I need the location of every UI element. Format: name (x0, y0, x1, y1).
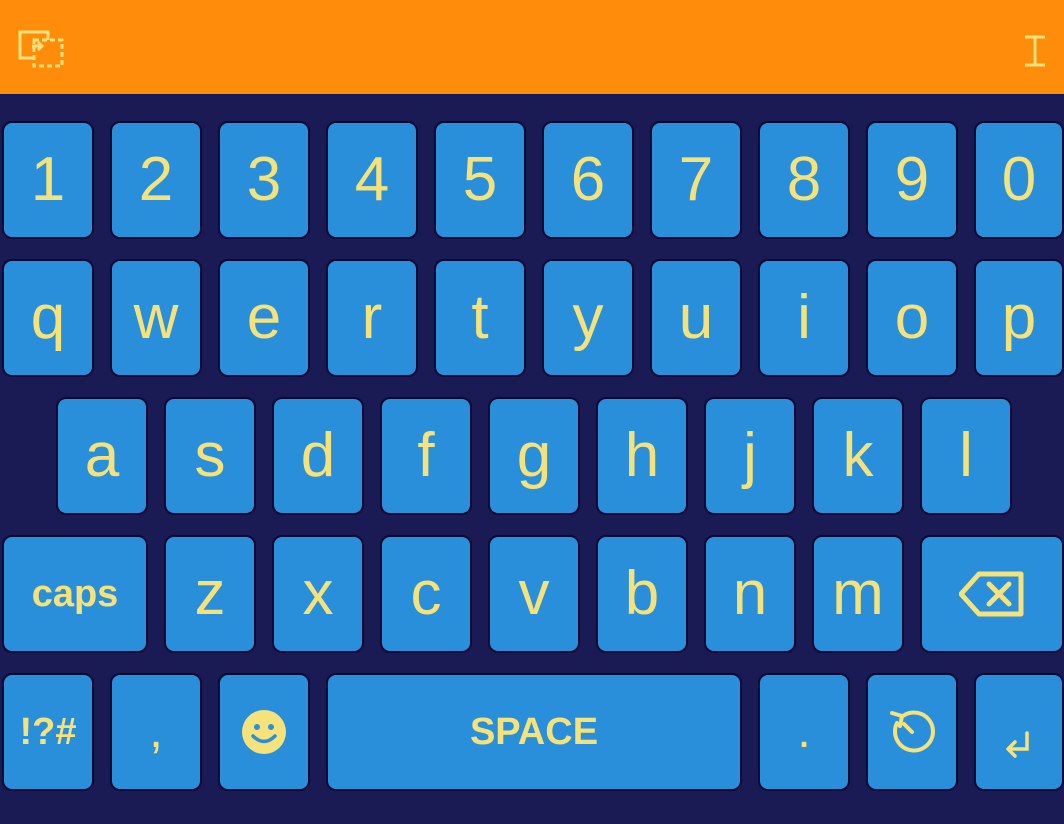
key-h[interactable]: h (596, 397, 688, 515)
key-u[interactable]: u (650, 259, 742, 377)
enter-key[interactable] (974, 673, 1064, 791)
key-o[interactable]: o (866, 259, 958, 377)
backspace-key[interactable] (920, 535, 1064, 653)
space-key[interactable]: SPACE (326, 673, 742, 791)
key-2[interactable]: 2 (110, 121, 202, 239)
clipboard-history-key[interactable] (866, 673, 958, 791)
key-z[interactable]: z (164, 535, 256, 653)
key-8[interactable]: 8 (758, 121, 850, 239)
key-a[interactable]: a (56, 397, 148, 515)
toolbar (0, 0, 1064, 94)
keyboard: 1 2 3 4 5 6 7 8 9 0 q w e r t y u i o p … (0, 94, 1064, 824)
symbols-key[interactable]: !?# (2, 673, 94, 791)
key-f[interactable]: f (380, 397, 472, 515)
key-j[interactable]: j (704, 397, 796, 515)
key-1[interactable]: 1 (2, 121, 94, 239)
clipboard-select-icon[interactable] (18, 30, 64, 68)
key-3[interactable]: 3 (218, 121, 310, 239)
key-q[interactable]: q (2, 259, 94, 377)
period-key[interactable]: . (758, 673, 850, 791)
key-9[interactable]: 9 (866, 121, 958, 239)
smiley-icon (242, 710, 286, 754)
key-7[interactable]: 7 (650, 121, 742, 239)
key-5[interactable]: 5 (434, 121, 526, 239)
key-g[interactable]: g (488, 397, 580, 515)
key-n[interactable]: n (704, 535, 796, 653)
key-t[interactable]: t (434, 259, 526, 377)
key-i[interactable]: i (758, 259, 850, 377)
key-k[interactable]: k (812, 397, 904, 515)
comma-key[interactable]: , (110, 673, 202, 791)
key-p[interactable]: p (974, 259, 1064, 377)
key-r[interactable]: r (326, 259, 418, 377)
text-cursor-icon[interactable] (1022, 34, 1048, 68)
key-c[interactable]: c (380, 535, 472, 653)
key-x[interactable]: x (272, 535, 364, 653)
key-0[interactable]: 0 (974, 121, 1064, 239)
clock-history-icon (890, 710, 935, 753)
backspace-icon (959, 571, 1024, 617)
key-l[interactable]: l (920, 397, 1012, 515)
key-y[interactable]: y (542, 259, 634, 377)
key-d[interactable]: d (272, 397, 364, 515)
caps-key[interactable]: caps (2, 535, 148, 653)
key-w[interactable]: w (110, 259, 202, 377)
enter-icon (1006, 731, 1029, 758)
key-b[interactable]: b (596, 535, 688, 653)
key-m[interactable]: m (812, 535, 904, 653)
key-s[interactable]: s (164, 397, 256, 515)
emoji-key[interactable] (218, 673, 310, 791)
key-e[interactable]: e (218, 259, 310, 377)
key-6[interactable]: 6 (542, 121, 634, 239)
key-v[interactable]: v (488, 535, 580, 653)
key-4[interactable]: 4 (326, 121, 418, 239)
